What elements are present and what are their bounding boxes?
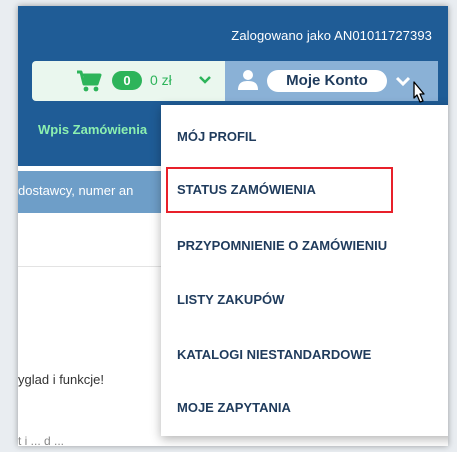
screenshot-frame: Zalogowano jako AN01011727393 0 0 zł Moj… — [0, 0, 457, 452]
cart-button[interactable]: 0 0 zł — [32, 61, 225, 101]
content-text: yglad i funkcje! — [18, 372, 104, 387]
search-placeholder: dostawcy, numer an — [18, 183, 134, 198]
cart-count-badge: 0 — [112, 71, 142, 90]
mouse-cursor-icon — [413, 81, 425, 103]
menu-item-my-profile[interactable]: MÓJ PROFIL — [177, 124, 256, 150]
account-dropdown-menu: MÓJ PROFIL STATUS ZAMÓWIENIA PRZYPOMNIEN… — [161, 105, 448, 436]
menu-item-my-inquiries[interactable]: MOJE ZAPYTANIA — [177, 395, 291, 421]
menu-item-shopping-lists[interactable]: LISTY ZAKUPÓW — [177, 287, 284, 313]
cart-icon — [77, 70, 102, 92]
content-text-2: t i ... d ... — [18, 434, 65, 446]
menu-item-order-reminder[interactable]: PRZYPOMNIENIE O ZAMÓWIENIU — [177, 233, 387, 259]
menu-item-order-status[interactable]: STATUS ZAMÓWIENIA — [177, 177, 316, 203]
nav-link-order-entry[interactable]: Wpis Zamówienia — [38, 122, 147, 137]
login-status: Zalogowano jako AN01011727393 — [231, 28, 432, 43]
menu-item-custom-catalogs[interactable]: KATALOGI NIESTANDARDOWE — [177, 342, 371, 368]
account-menu-button[interactable]: Moje Konto — [225, 61, 438, 103]
cart-amount: 0 zł — [150, 72, 172, 88]
account-label: Moje Konto — [267, 70, 387, 92]
user-icon — [238, 70, 258, 90]
chevron-down-icon — [199, 76, 211, 84]
browser-viewport: Zalogowano jako AN01011727393 0 0 zł Moj… — [18, 6, 448, 446]
